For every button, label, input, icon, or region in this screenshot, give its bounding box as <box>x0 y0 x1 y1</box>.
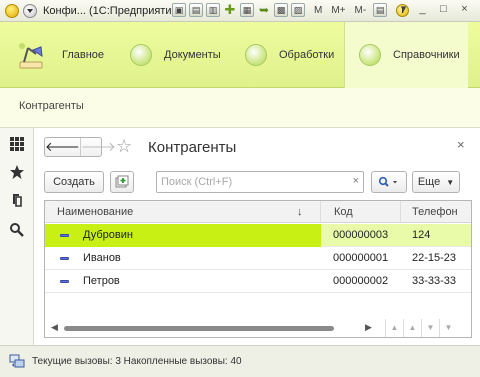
forward-button[interactable]: 🡒 <box>81 138 116 156</box>
close-form-icon[interactable]: × <box>457 137 465 152</box>
section-main[interactable]: Главное <box>14 22 114 88</box>
form-title: Контрагенты <box>148 139 237 156</box>
calendar-icon[interactable]: ▦ <box>240 3 254 17</box>
horizontal-scrollbar[interactable]: ◀ ▶ <box>45 319 385 337</box>
scrollbar-thumb[interactable] <box>64 326 334 331</box>
row-name: Иванов <box>83 252 121 264</box>
sort-arrow-icon: ↓ <box>297 206 303 218</box>
column-header-name[interactable]: Наименование ↓ <box>45 201 321 223</box>
search-icon <box>378 176 397 187</box>
column-header-label: Код <box>334 206 353 218</box>
counterparties-table: Наименование ↓ Код Телефон Дубровин 0000… <box>44 200 472 338</box>
grid-menu-icon[interactable] <box>9 136 25 152</box>
table-row[interactable]: Петров 000000002 33-33-33 <box>45 270 471 293</box>
preview-icon[interactable]: ▥ <box>206 3 220 17</box>
command-bar: Создать × Еще ▼ <box>44 171 472 193</box>
print-icon[interactable]: ▤ <box>189 3 203 17</box>
memory-button-m-minus[interactable]: M- <box>355 5 367 16</box>
tools-panel <box>0 128 34 345</box>
memory-button-m[interactable]: M <box>314 5 322 16</box>
section-label: Главное <box>62 49 105 61</box>
desk-lamp-icon <box>14 38 48 72</box>
column-header-phone[interactable]: Телефон <box>401 201 471 223</box>
calculator-icon[interactable]: ▩ <box>274 3 288 17</box>
page-down-icon[interactable]: ▼ <box>421 319 439 337</box>
column-header-label: Наименование <box>57 206 134 218</box>
scroll-left-icon[interactable]: ◀ <box>51 322 58 333</box>
app-logo-icon[interactable] <box>5 3 19 18</box>
cell-phone: 33-33-33 <box>412 275 457 287</box>
section-catalogs[interactable]: Справочники <box>344 22 468 88</box>
create-group-icon <box>115 175 129 188</box>
search-clear-icon[interactable]: × <box>353 175 359 187</box>
navigation-buttons: 🡐 🡒 <box>44 137 116 157</box>
add-to-favorites-icon[interactable]: ☆ <box>116 136 132 157</box>
favorites-star-icon[interactable] <box>9 164 25 180</box>
back-button[interactable]: 🡐 <box>45 138 81 156</box>
cell-phone: 22-15-23 <box>412 252 457 264</box>
counterparties-form: 🡐 🡒 ☆ Контрагенты × Создать × Еще <box>34 128 480 345</box>
more-button-label: Еще <box>417 176 441 188</box>
search-field[interactable]: × <box>156 171 364 193</box>
window-title: Конфи... (1С:Предприятие) <box>43 4 182 17</box>
cell-phone: 124 <box>412 229 431 241</box>
more-button[interactable]: Еще ▼ <box>412 171 460 193</box>
row-name: Петров <box>83 275 120 287</box>
cell-code: 000000001 <box>333 252 389 264</box>
section-circle-icon <box>359 44 381 66</box>
cell-name: Иванов <box>45 247 321 270</box>
memory-button-m-plus[interactable]: M+ <box>331 5 345 16</box>
table-row[interactable]: Иванов 000000001 22-15-23 <box>45 247 471 270</box>
section-label: Справочники <box>393 49 460 61</box>
scroll-to-start-icon[interactable]: ▲ <box>385 319 403 337</box>
favorites-icon[interactable]: ✚ <box>223 3 237 17</box>
open-window-tab-counterparties[interactable]: Контрагенты <box>19 100 84 112</box>
open-windows-bar: Контрагенты <box>0 88 480 128</box>
search-icon[interactable] <box>9 222 25 238</box>
catalog-item-icon <box>60 257 69 260</box>
row-name: Дубровин <box>83 229 133 241</box>
catalog-item-icon <box>60 234 69 237</box>
cell-name: Петров <box>45 270 321 293</box>
section-documents[interactable]: Документы <box>130 22 240 88</box>
minimize-icon[interactable]: _ <box>415 3 430 17</box>
sections-panel: Главное Документы Обработки Справочники <box>0 22 480 88</box>
save-icon[interactable]: ▣ <box>172 3 186 17</box>
column-header-code[interactable]: Код <box>321 201 401 223</box>
catalog-item-icon <box>60 280 69 283</box>
table-header: Наименование ↓ Код Телефон <box>45 201 471 223</box>
title-bar: Конфи... (1С:Предприятие) ▣ ▤ ▥ ✚ ▦ ➥ ▩ … <box>0 0 480 22</box>
chevron-down-icon: ▼ <box>446 178 455 187</box>
scroll-right-icon[interactable]: ▶ <box>365 322 372 333</box>
dropdown-icon[interactable]: ▾ <box>396 3 411 17</box>
server-calls-icon[interactable] <box>9 354 25 368</box>
section-processing[interactable]: Обработки <box>245 22 345 88</box>
history-icon[interactable] <box>9 192 25 208</box>
close-window-icon[interactable]: × <box>457 3 472 17</box>
status-bar: Текущие вызовы: 3 Накопленные вызовы: 40 <box>0 345 480 377</box>
main-menu-button[interactable] <box>23 3 37 18</box>
create-button[interactable]: Создать <box>44 171 104 193</box>
section-circle-icon <box>130 44 152 66</box>
search-input[interactable] <box>157 172 337 192</box>
search-options-button[interactable] <box>371 171 407 193</box>
section-label: Документы <box>164 49 221 61</box>
section-circle-icon <box>245 44 267 66</box>
title-toolbar: ▣ ▤ ▥ ✚ ▦ ➥ ▩ ▨ M M+ M- ▤ i <box>172 3 410 17</box>
cell-name: Дубровин <box>45 224 321 247</box>
table-row[interactable]: Дубровин 000000003 124 <box>45 224 471 247</box>
section-label: Обработки <box>279 49 335 61</box>
link-icon[interactable]: ➥ <box>257 3 271 17</box>
scroll-to-end-icon[interactable]: ▼ <box>439 319 457 337</box>
column-header-label: Телефон <box>412 206 458 218</box>
status-text: Текущие вызовы: 3 Накопленные вызовы: 40 <box>32 356 242 367</box>
create-group-button[interactable] <box>110 171 134 193</box>
clipboard-icon[interactable]: ▨ <box>291 3 305 17</box>
cell-code: 000000002 <box>333 275 389 287</box>
maximize-icon[interactable]: □ <box>436 3 451 17</box>
window-list-icon[interactable]: ▤ <box>373 3 388 17</box>
cell-code: 000000003 <box>333 229 389 241</box>
page-up-icon[interactable]: ▲ <box>403 319 421 337</box>
